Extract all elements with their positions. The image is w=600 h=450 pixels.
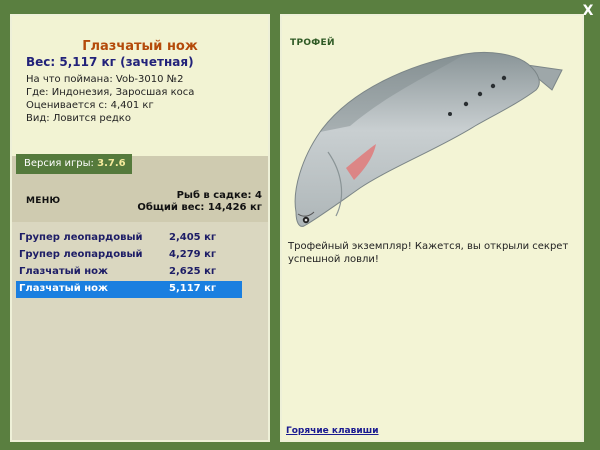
catch-name: Глазчатый нож <box>19 283 108 294</box>
right-panel: ТРОФЕЙ Трофейный экземпляр! Кажется, вы <box>280 14 584 442</box>
catch-weight: 2,405 кг <box>169 232 217 243</box>
cage-total-weight: Общий вес: 14,426 кг <box>137 202 262 213</box>
version-number: 3.7.6 <box>97 158 126 169</box>
catch-row[interactable]: Групер леопардовый 4,279 кг <box>16 247 242 264</box>
fish-location: Где: Индонезия, Заросшая коса <box>26 87 195 98</box>
fish-weight: Вес: 5,117 кг (зачетная) <box>26 55 194 69</box>
fish-kind: Вид: Ловится редко <box>26 113 131 124</box>
left-panel: Глазчатый нож Вес: 5,117 кг (зачетная) Н… <box>10 14 270 442</box>
catch-list: Групер леопардовый 2,405 кг Групер леопа… <box>12 222 268 440</box>
catch-row[interactable]: Глазчатый нож 2,625 кг <box>16 264 242 281</box>
catch-weight: 5,117 кг <box>169 283 217 294</box>
hotkeys-link[interactable]: Горячие клавиши <box>286 426 379 436</box>
version-badge: Версия игры: 3.7.6 <box>16 154 132 174</box>
catch-row-selected[interactable]: Глазчатый нож 5,117 кг <box>16 281 242 298</box>
fish-bait: На что поймана: Vob-3010 №2 <box>26 74 184 85</box>
catch-name: Глазчатый нож <box>19 266 108 277</box>
menu-button[interactable]: МЕНЮ <box>26 196 60 206</box>
catch-name: Групер леопардовый <box>19 232 143 243</box>
catch-row[interactable]: Групер леопардовый 2,405 кг <box>16 230 242 247</box>
catch-name: Групер леопардовый <box>19 249 143 260</box>
fish-title: Глазчатый нож <box>82 39 198 54</box>
fish-info-box: Глазчатый нож Вес: 5,117 кг (зачетная) Н… <box>12 16 268 156</box>
fish-value: Оценивается с: 4,401 кг <box>26 100 154 111</box>
trophy-caption: Трофейный экземпляр! Кажется, вы открыли… <box>288 241 569 265</box>
catch-weight: 2,625 кг <box>169 266 217 277</box>
fish-image <box>294 51 563 227</box>
cage-count: Рыб в садке: 4 <box>176 190 262 201</box>
catch-weight: 4,279 кг <box>169 249 217 260</box>
version-label: Версия игры: <box>24 158 94 169</box>
